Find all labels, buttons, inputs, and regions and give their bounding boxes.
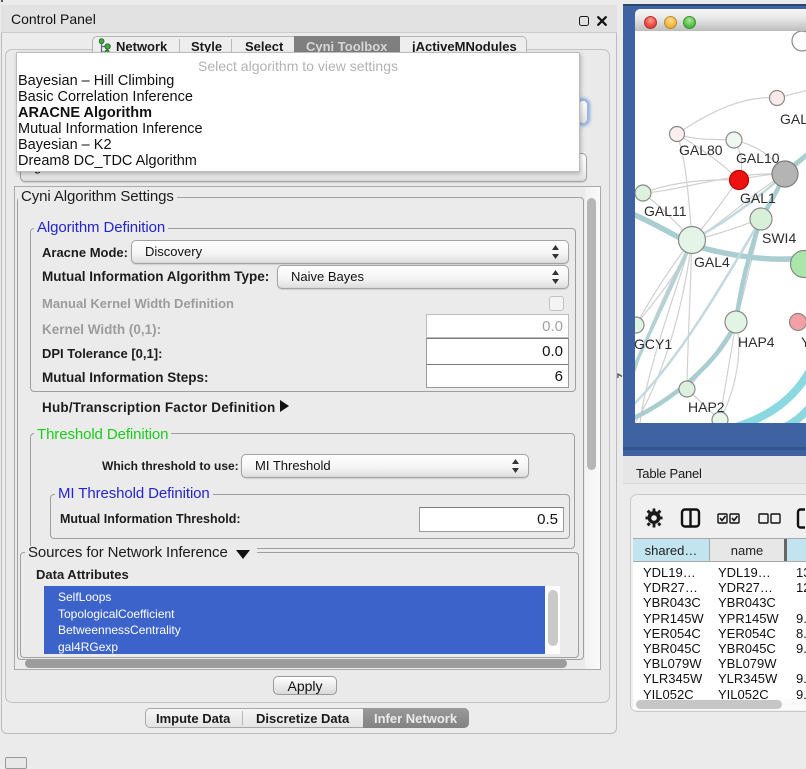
svg-text:SWI4: SWI4 xyxy=(762,230,796,246)
svg-text:HAP2: HAP2 xyxy=(688,399,725,415)
svg-text:HAP4: HAP4 xyxy=(738,334,775,350)
svg-text:GAL4: GAL4 xyxy=(694,254,730,270)
svg-text:GAL1: GAL1 xyxy=(740,190,776,206)
svg-text:GCY1: GCY1 xyxy=(635,336,672,352)
svg-text:GAL80: GAL80 xyxy=(679,142,723,158)
svg-text:GAL7: GAL7 xyxy=(780,111,806,127)
svg-text:GAL11: GAL11 xyxy=(644,203,687,219)
svg-text:Y: Y xyxy=(801,334,806,350)
svg-text:GAL10: GAL10 xyxy=(736,150,780,166)
